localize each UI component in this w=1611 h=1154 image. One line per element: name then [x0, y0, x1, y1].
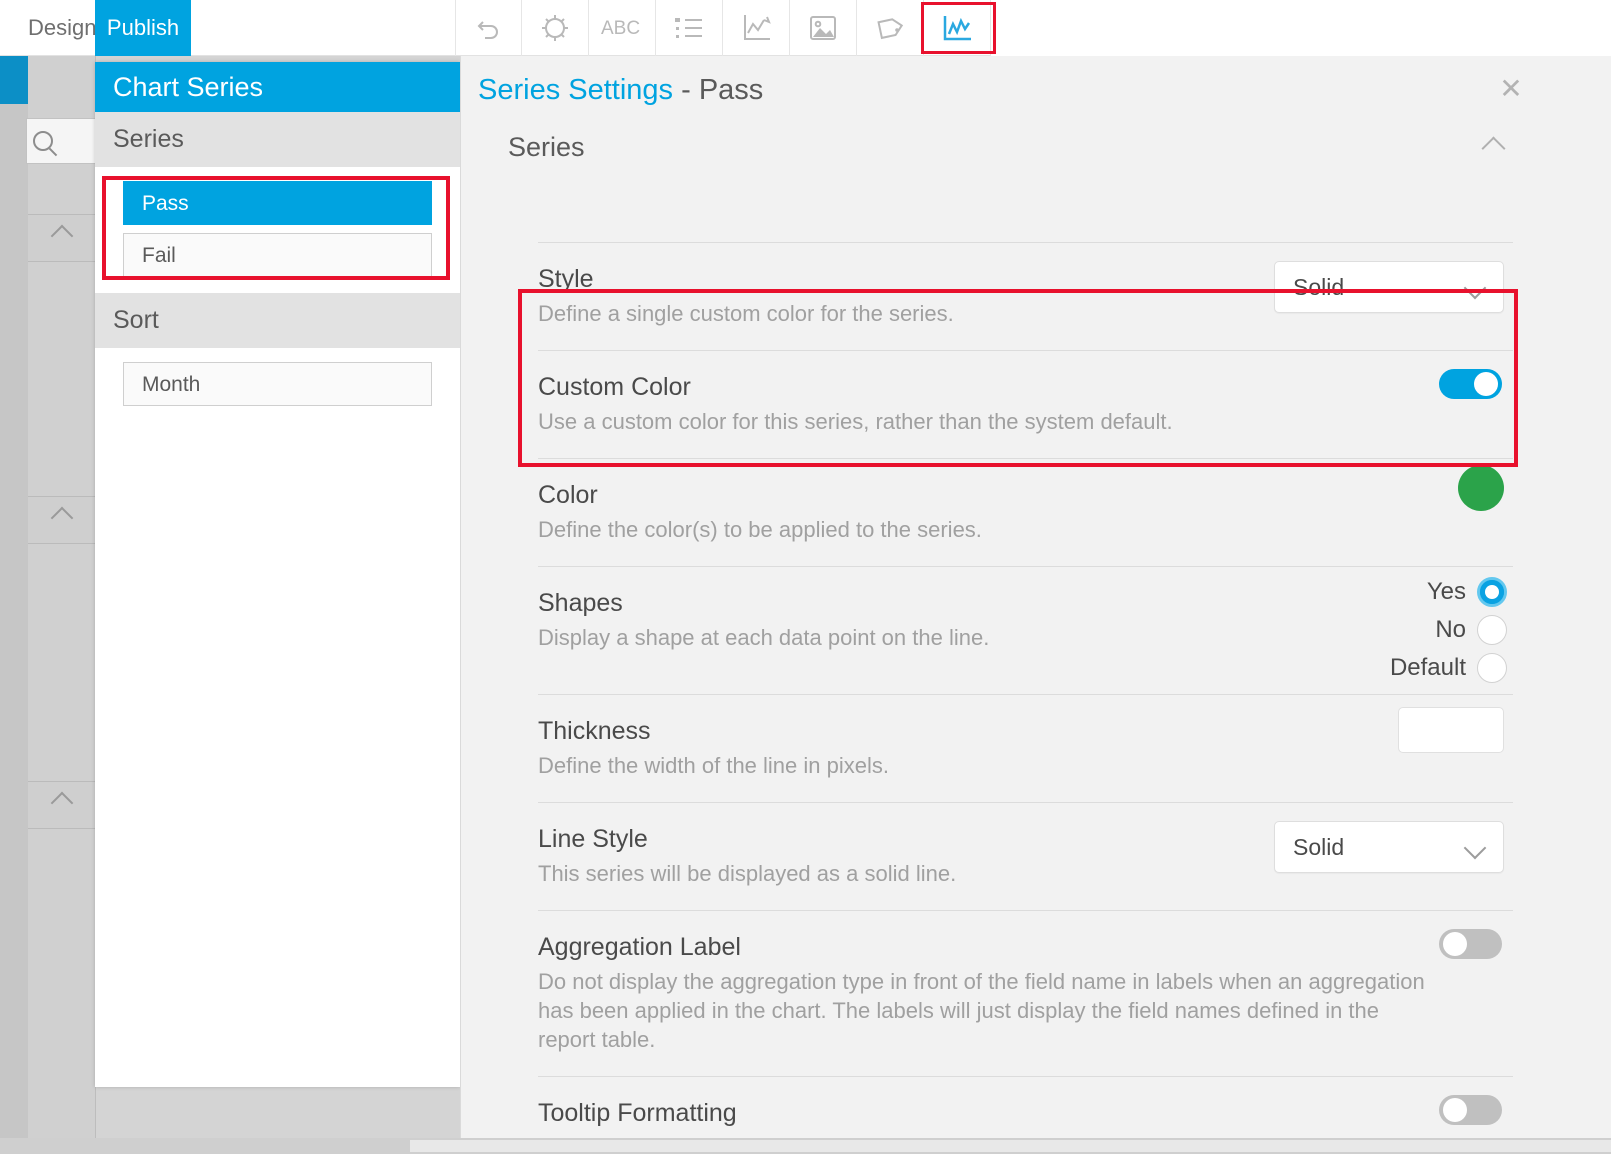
list-button[interactable] — [656, 0, 723, 56]
left-rail — [0, 56, 28, 1154]
shapes-option-yes-label: Yes — [1426, 578, 1466, 606]
left-tool-column — [26, 56, 96, 1154]
page-title: Series Settings - Pass — [478, 74, 763, 107]
page-title-primary: Series Settings — [478, 74, 674, 106]
style-select-value: Solid — [1293, 274, 1345, 300]
setting-desc-color: Define the color(s) to be applied to the… — [538, 517, 982, 543]
left-rail-active-marker — [0, 56, 28, 104]
setting-title-aggregation-label: Aggregation Label — [538, 933, 741, 962]
menu-bar: Design Publish — [0, 0, 455, 56]
gear-icon — [542, 15, 568, 41]
chart-series-panel: Chart Series Series Pass Fail Sort Month — [95, 62, 460, 1087]
chevron-up-icon — [1481, 136, 1506, 161]
setting-row-style: Style Define a single custom color for t… — [538, 242, 1513, 350]
collapse-section-1[interactable] — [28, 214, 96, 262]
axis-chart-button[interactable] — [723, 0, 790, 56]
series-list: Pass Fail — [95, 167, 460, 293]
shapes-option-default-label: Default — [1389, 654, 1466, 682]
collapse-group-button[interactable] — [1481, 136, 1506, 161]
tooltip-formatting-toggle[interactable] — [1439, 1095, 1502, 1126]
setting-desc-thickness: Define the width of the line in pixels. — [538, 753, 889, 779]
abc-icon: ABC — [601, 18, 640, 39]
chart-series-panel-title: Chart Series — [95, 62, 460, 112]
setting-row-shapes: Shapes Display a shape at each data poin… — [538, 566, 1513, 694]
series-item-fail[interactable]: Fail — [123, 233, 432, 277]
line-style-select[interactable]: Solid — [1274, 821, 1504, 874]
setting-title-thickness: Thickness — [538, 717, 651, 746]
image-icon — [810, 16, 836, 40]
shapes-option-default[interactable]: Default — [1375, 649, 1507, 687]
series-group-label: Series — [508, 132, 585, 162]
toggle-knob — [1474, 372, 1498, 397]
svg-text:ABC: ABC — [601, 18, 640, 39]
custom-color-toggle[interactable] — [1439, 369, 1502, 400]
thickness-input[interactable] — [1398, 707, 1504, 754]
sort-item-month[interactable]: Month — [123, 362, 432, 406]
collapse-section-3[interactable] — [28, 781, 96, 829]
setting-row-custom-color: Custom Color Use a custom color for this… — [538, 350, 1513, 458]
chart-series-button[interactable] — [924, 0, 991, 56]
radio-icon-yes[interactable] — [1477, 577, 1507, 608]
shapes-option-yes[interactable]: Yes — [1375, 573, 1507, 611]
line-style-select-value: Solid — [1293, 834, 1345, 861]
settings-button[interactable] — [522, 0, 589, 56]
chevron-up-icon — [50, 506, 74, 530]
chart-series-icon — [943, 16, 971, 41]
setting-desc-aggregation-label: Do not display the aggregation type in f… — [538, 969, 1425, 1053]
bottom-scrollbar[interactable] — [0, 1138, 1611, 1154]
chevron-down-icon — [1463, 276, 1487, 300]
color-swatch[interactable] — [1458, 465, 1504, 512]
page-title-secondary: - Pass — [673, 74, 764, 106]
series-item-pass[interactable]: Pass — [123, 181, 432, 225]
chevron-up-icon — [50, 224, 74, 248]
radio-icon-default[interactable] — [1477, 653, 1507, 684]
shapes-radio-group: Yes No Default — [1375, 573, 1507, 687]
style-select[interactable]: Solid — [1274, 261, 1504, 313]
search-box[interactable] — [26, 118, 96, 164]
sort-section-label: Sort — [95, 293, 460, 348]
close-icon[interactable]: ✕ — [1497, 75, 1525, 104]
setting-row-aggregation-label: Aggregation Label Do not display the agg… — [538, 910, 1513, 1076]
chevron-up-icon — [50, 791, 74, 815]
toggle-knob — [1443, 932, 1467, 957]
shapes-option-no-label: No — [1435, 616, 1466, 644]
chevron-down-icon — [1463, 836, 1487, 860]
bottom-scrollbar-track[interactable] — [410, 1140, 1611, 1152]
app-root: Hor Vert Colo Anim Too Auto Design Publi… — [0, 0, 1611, 1154]
undo-button[interactable] — [455, 0, 522, 56]
series-group-header: Series — [461, 126, 1551, 182]
tag-button[interactable] — [857, 0, 924, 56]
tag-icon — [877, 18, 904, 40]
setting-row-color: Color Define the color(s) to be applied … — [538, 458, 1513, 566]
series-section-label: Series — [95, 112, 460, 167]
series-settings-pane: Series Settings - Pass ✕ Series Style De… — [460, 56, 1551, 1154]
toolbar: ABC — [455, 0, 991, 56]
image-button[interactable] — [790, 0, 857, 56]
setting-row-line-style: Line Style This series will be displayed… — [538, 802, 1513, 910]
setting-title-color: Color — [538, 481, 598, 510]
aggregation-label-toggle[interactable] — [1439, 929, 1502, 960]
undo-icon — [477, 21, 498, 39]
shapes-option-no[interactable]: No — [1375, 611, 1507, 649]
list-icon — [675, 18, 702, 38]
search-icon — [33, 131, 53, 151]
collapse-section-2[interactable] — [28, 496, 96, 544]
settings-rows: Style Define a single custom color for t… — [538, 242, 1513, 1154]
series-settings-header: Series Settings - Pass ✕ — [461, 56, 1551, 126]
setting-title-custom-color: Custom Color — [538, 373, 691, 402]
setting-title-shapes: Shapes — [538, 589, 623, 618]
sort-list: Month — [95, 348, 460, 422]
setting-title-tooltip-formatting: Tooltip Formatting — [538, 1099, 737, 1128]
menu-item-publish[interactable]: Publish — [95, 0, 191, 56]
axis-chart-icon — [744, 15, 771, 40]
setting-desc-shapes: Display a shape at each data point on th… — [538, 625, 990, 651]
setting-row-thickness: Thickness Define the width of the line i… — [538, 694, 1513, 802]
toggle-knob — [1443, 1098, 1467, 1123]
setting-desc-custom-color: Use a custom color for this series, rath… — [538, 409, 1173, 435]
radio-icon-no[interactable] — [1477, 615, 1507, 646]
text-button[interactable]: ABC — [589, 0, 656, 56]
